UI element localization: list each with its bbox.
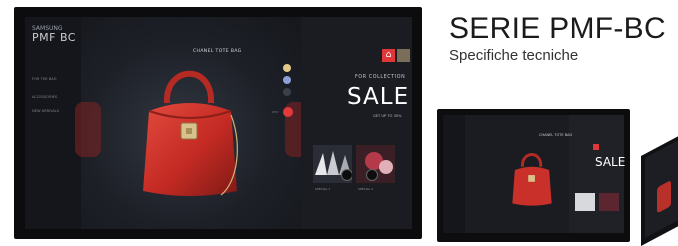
video-thumbnail[interactable]: [313, 145, 352, 183]
mini-sale-headline: SALE: [595, 155, 626, 169]
ghost-bag-left: [75, 102, 101, 157]
color-swatch[interactable]: [283, 88, 291, 96]
screen-menu-item: NEW ARRIVALS: [32, 109, 60, 113]
screen-menu-item: FOR THE BAG: [32, 77, 57, 81]
product-stage: CHANEL TOTE BAG: [75, 17, 311, 229]
mini-thumbnail: [575, 193, 595, 211]
product-title: CHANEL TOTE BAG: [193, 49, 242, 54]
main-display: SAMSUNG PMF BC FOR THE BAG ACCESSORIES N…: [14, 7, 422, 239]
collection-label: FOR COLLECTION: [355, 75, 406, 80]
screen-menu-item: ACCESSORIES: [32, 95, 58, 99]
color-swatch[interactable]: [283, 64, 291, 72]
mini-screen: CHANEL TOTE BAG SALE: [443, 115, 626, 233]
thumbnail-caption: SPECIAL 2: [358, 187, 374, 191]
brand-line2: PMF BC: [32, 31, 76, 44]
mini-home-button: [593, 144, 599, 150]
mini-display-angled: [641, 124, 678, 246]
mini-angled-bag: [657, 180, 671, 214]
color-swatch-selected[interactable]: [283, 107, 293, 117]
offer-text: GET UP TO 30%: [373, 114, 402, 118]
video-thumbnail[interactable]: [356, 145, 395, 183]
page-subtitle: Specifiche tecniche: [449, 47, 579, 64]
mini-sidebar: [443, 115, 465, 233]
mini-angled-screen: [645, 130, 678, 238]
mini-promo-panel: [569, 115, 624, 233]
sale-headline: SALE: [347, 84, 410, 110]
mini-thumbnail: [599, 193, 619, 211]
mini-product-title: CHANEL TOTE BAG: [539, 133, 573, 137]
thumbnail-caption: SPECIAL 1: [315, 187, 331, 191]
brand-button[interactable]: [397, 49, 410, 62]
play-icon[interactable]: [341, 169, 352, 181]
mini-display-front: CHANEL TOTE BAG SALE: [437, 109, 630, 242]
handbag-image: [143, 70, 238, 196]
screen-sidebar: SAMSUNG PMF BC FOR THE BAG ACCESSORIES N…: [25, 17, 82, 229]
color-swatch[interactable]: [283, 76, 291, 84]
home-button[interactable]: ⌂: [382, 49, 395, 62]
screen-brand: SAMSUNG PMF BC: [32, 25, 76, 44]
mini-handbag-image: [512, 153, 552, 206]
play-icon[interactable]: [366, 169, 378, 181]
swatch-label: RED: [272, 110, 279, 114]
display-screen: SAMSUNG PMF BC FOR THE BAG ACCESSORIES N…: [25, 17, 412, 229]
page-title: SERIE PMF-BC: [449, 12, 666, 45]
promo-panel: [301, 17, 412, 229]
